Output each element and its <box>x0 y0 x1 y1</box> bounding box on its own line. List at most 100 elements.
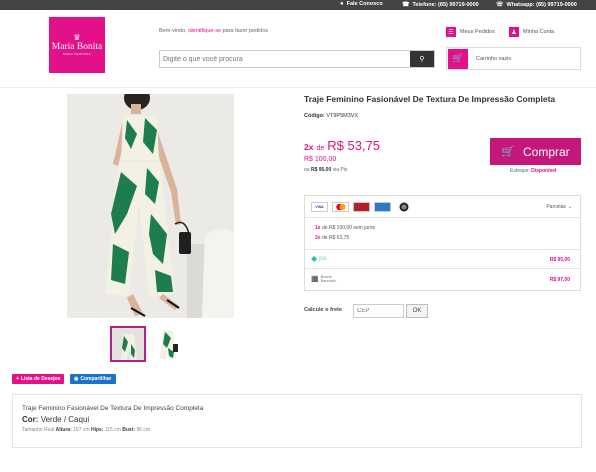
product-thumbnail-2[interactable] <box>151 326 187 362</box>
mastercard-icon <box>332 202 349 212</box>
mastercard-logo <box>335 203 346 211</box>
thumbnail-photo-1 <box>112 328 144 360</box>
pix-prefix: ou <box>304 167 310 173</box>
installment-option-2: 2x de R$ 53,75 <box>315 235 349 241</box>
stock-status: Estoque: Disponível <box>510 168 556 174</box>
pix-suffix: via Pix <box>332 167 348 173</box>
full-price: R$ 100,00 <box>304 156 337 163</box>
crown-icon: ♛ <box>73 33 81 42</box>
product-description: Traje Feminino Fasionável De Textura De … <box>12 394 582 448</box>
login-link[interactable]: identifique-se <box>188 28 221 34</box>
whatsapp-link[interactable]: ☏ Whatsapp: (85) 99719-0000 <box>496 1 577 9</box>
product-main-image[interactable] <box>67 94 234 318</box>
top-bar: ● Fale Conosco ☎ Telefone: (85) 99719-00… <box>0 0 596 10</box>
stock-value: Disponível <box>531 168 557 174</box>
description-size: Tamanho Real Altura: 157 cm Hips: 115 cm… <box>22 427 150 433</box>
cart-label: Carrinho vazio <box>476 55 512 62</box>
phone-icon: ☎ <box>402 2 410 8</box>
pix-icon: ◆ <box>311 254 318 263</box>
color-label: Cor: <box>22 415 39 424</box>
hips-label: Hips: <box>90 427 104 433</box>
bust-label: Bust: <box>122 427 136 433</box>
dress-photo <box>67 94 234 318</box>
user-icon: ♟ <box>509 27 519 37</box>
header-divider <box>0 87 596 88</box>
phone-label: Telefone: (85) 99719-0000 <box>412 1 479 8</box>
cart-icon: 🛒 <box>501 146 515 158</box>
hipercard-icon <box>353 202 370 212</box>
welcome-prefix: Bem-vindo, <box>159 28 187 34</box>
my-account-label: Minha Conta <box>523 29 555 35</box>
buy-button[interactable]: 🛒 Comprar <box>490 138 581 165</box>
installment-price: 2x de R$ 53,75 <box>304 138 380 153</box>
plus-icon: + <box>16 376 19 382</box>
welcome-text: Bem-vindo, identifique-se para fazer ped… <box>159 28 268 34</box>
height-label: Altura: <box>55 427 72 433</box>
installment-count: 2x <box>304 142 314 152</box>
installments-dropdown[interactable]: Parcelas ⌄ <box>546 204 572 210</box>
hips-value: 115 cm <box>104 427 121 433</box>
divider <box>305 217 580 218</box>
pix-name: pix <box>319 255 327 262</box>
search-button[interactable]: ⚲ <box>410 51 434 67</box>
bust-value: 96 cm <box>136 427 151 433</box>
product-code-value: VT9P5M3VX <box>326 113 359 119</box>
product-code-label: Código: <box>304 113 325 119</box>
divider <box>305 249 580 250</box>
cart-icon: 🛒 <box>448 48 468 69</box>
barcode-icon: ▦ <box>311 274 319 283</box>
buy-label: Comprar <box>523 144 570 159</box>
pix-value: R$ 95,00 <box>310 167 332 173</box>
wishlist-button[interactable]: + Lista de Desejos <box>12 374 65 384</box>
installment-value: R$ 53,75 <box>327 138 381 153</box>
cep-field <box>353 304 404 318</box>
product-thumbnail-1[interactable] <box>110 326 146 362</box>
my-orders-link[interactable]: ☰ Meus Pedidos <box>446 27 495 37</box>
cart-button[interactable]: 🛒 Carrinho vazio <box>446 47 581 70</box>
installment-option-1: 1x de R$ 100,00 sem juros <box>315 225 375 231</box>
thumbnail-photo-2 <box>151 326 187 362</box>
payment-options: VISA Parcelas ⌄ 1x de R$ 100,00 sem juro… <box>304 195 581 291</box>
installment-option-text: de R$ 100,00 sem juros <box>321 225 376 231</box>
shipping-label: Calcule o frete <box>304 307 342 313</box>
store-logo[interactable]: ♛ Maria Bonita MODA FEMININA <box>49 17 105 73</box>
whatsapp-icon: ☏ <box>496 2 504 8</box>
installment-option-text: de R$ 53,75 <box>321 235 350 241</box>
diners-icon <box>395 202 412 212</box>
contact-label: Fale Conosco <box>346 1 383 7</box>
installment-option-count: 1x <box>315 225 321 231</box>
my-orders-label: Meus Pedidos <box>460 29 495 35</box>
amex-icon <box>374 202 391 212</box>
cep-input[interactable] <box>354 305 403 317</box>
card-brands: VISA <box>311 202 412 212</box>
pix-price: ou R$ 95,00 via Pix <box>304 167 347 173</box>
boleto-option-value: R$ 97,00 <box>549 277 570 283</box>
parcelas-label: Parcelas <box>546 204 566 210</box>
whatsapp-label: Whatsapp: (85) 99719-0000 <box>506 1 577 8</box>
share-label: Compartilhar <box>80 376 112 382</box>
search-bar: ⚲ <box>159 50 435 68</box>
description-title: Traje Feminino Fasionável De Textura De … <box>22 405 204 412</box>
orders-icon: ☰ <box>446 27 456 37</box>
product-title: Traje Feminino Fasionável De Textura De … <box>304 94 556 104</box>
search-input[interactable] <box>163 53 409 65</box>
installment-option-count: 2x <box>315 235 321 241</box>
size-prefix: Tamanho Real <box>22 427 55 433</box>
facebook-icon: ◉ <box>74 376 79 382</box>
description-color: Cor: Verde / Caqui <box>22 415 89 424</box>
phone-link[interactable]: ☎ Telefone: (85) 99719-0000 <box>402 1 479 9</box>
pix-option-value: R$ 95,00 <box>549 257 570 263</box>
visa-icon: VISA <box>311 202 328 212</box>
stock-label: Estoque: <box>510 168 530 174</box>
shipping-ok-button[interactable]: OK <box>406 304 428 318</box>
diners-logo <box>399 202 408 212</box>
share-button[interactable]: ◉ Compartilhar <box>70 374 116 384</box>
wishlist-label: Lista de Desejos <box>20 376 61 382</box>
color-value: Verde / Caqui <box>40 415 90 424</box>
chat-icon: ● <box>340 1 344 7</box>
divider <box>305 268 580 269</box>
my-account-link[interactable]: ♟ Minha Conta <box>509 27 554 37</box>
boleto-option: ▦ Boleto Bancário <box>311 274 337 283</box>
logo-brand: Maria Bonita <box>51 42 103 52</box>
contact-link[interactable]: ● Fale Conosco <box>340 1 383 7</box>
